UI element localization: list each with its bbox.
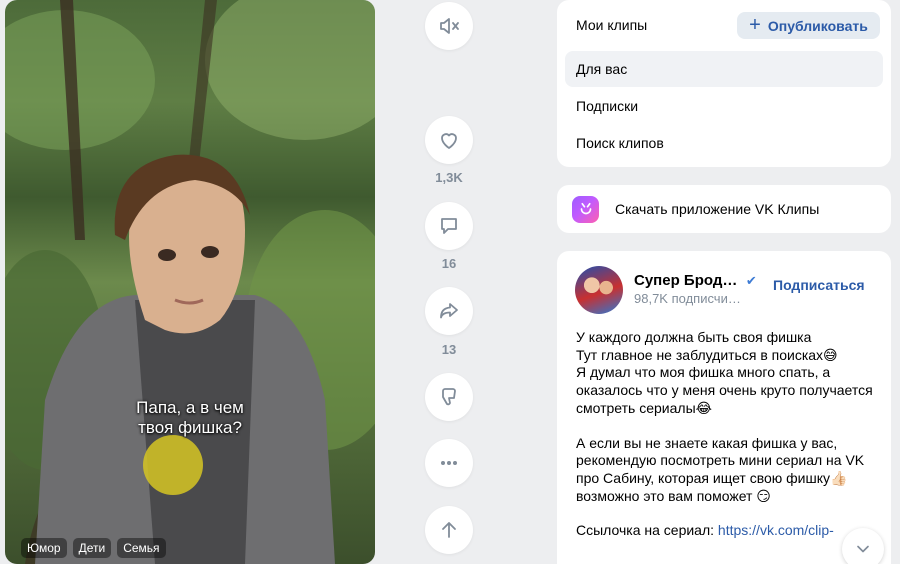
scroll-down-button[interactable] [842, 528, 884, 564]
link-prefix: Ссылочка на сериал: [576, 522, 718, 539]
clip-tags: Юмор Дети Семья [21, 538, 166, 558]
menu-for-you[interactable]: Для вас [565, 51, 883, 87]
menu-subscriptions[interactable]: Подписки [565, 88, 883, 124]
comment-icon [441, 218, 457, 234]
series-link[interactable]: https://vk.com/clip- [718, 522, 834, 538]
caption-line: твоя фишка? [138, 418, 242, 437]
clip-video[interactable]: Папа, а в чем твоя фишка? Юмор Дети Семь… [5, 0, 375, 564]
previous-clip-button[interactable] [425, 506, 473, 554]
like-button[interactable] [425, 116, 473, 164]
menu-item-label: Поиск клипов [576, 135, 664, 151]
author-subscribers: 98,7K подписчи… [634, 291, 741, 306]
more-button[interactable] [425, 439, 473, 487]
description-paragraph: У каждого должна быть своя фишка Тут гла… [576, 329, 873, 416]
download-app-label: Скачать приложение VK Клипы [615, 201, 820, 217]
comment-count: 16 [441, 256, 457, 271]
menu-item-label: Мои клипы [576, 17, 648, 33]
publish-button[interactable]: + Опубликовать [737, 12, 880, 39]
menu-search-clips[interactable]: Поиск клипов [565, 125, 883, 161]
share-count: 13 [441, 342, 457, 357]
share-button[interactable] [425, 287, 473, 335]
clip-description: У каждого должна быть своя фишка Тут гла… [576, 329, 876, 540]
publish-label: Опубликовать [767, 17, 868, 34]
plus-icon: + [749, 13, 761, 36]
volume-muted-icon [440, 18, 459, 34]
share-icon [440, 303, 458, 319]
comment-button[interactable] [425, 202, 473, 250]
mute-button[interactable] [425, 2, 473, 50]
description-paragraph: А если вы не знаете какая фишка у вас, р… [576, 434, 865, 504]
tag-family[interactable]: Семья [117, 538, 166, 558]
download-app-banner[interactable]: Скачать приложение VK Клипы [557, 185, 891, 233]
menu-item-label: Для вас [576, 61, 628, 77]
heart-icon [441, 133, 457, 149]
clip-author-card: Супер Брод… ✔ 98,7K подписчи… Подписатьс… [557, 251, 891, 564]
author-avatar[interactable] [575, 266, 623, 314]
more-icon [441, 461, 457, 465]
tag-kids[interactable]: Дети [72, 538, 112, 558]
clips-menu: Мои клипы + Опубликовать Для вас Подписк… [557, 0, 891, 167]
verified-icon: ✔ [745, 272, 757, 288]
menu-item-label: Подписки [576, 98, 639, 114]
author-name-text: Супер Брод… [634, 272, 738, 289]
author-name[interactable]: Супер Брод… ✔ [634, 272, 759, 289]
video-caption: Папа, а в чем твоя фишка? [5, 398, 375, 438]
vk-clips-app-icon [572, 195, 599, 223]
dislike-button[interactable] [425, 373, 473, 421]
caption-line: Папа, а в чем [136, 398, 244, 417]
dislike-icon [442, 388, 456, 406]
chevron-down-icon [857, 545, 869, 553]
like-count: 1,3K [435, 170, 463, 185]
video-frame-image [5, 0, 375, 564]
description-link-line: Ссылочка на сериал: https://vk.com/clip- [576, 522, 876, 540]
tag-humor[interactable]: Юмор [21, 538, 67, 558]
arrow-up-icon [442, 522, 456, 538]
subscribe-button[interactable]: Подписаться [773, 277, 865, 293]
